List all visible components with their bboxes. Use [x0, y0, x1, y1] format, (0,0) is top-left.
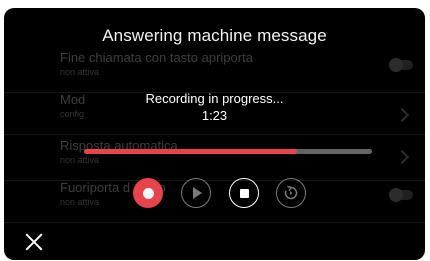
list-item-door-station: Fuoriporta d ito non attiva	[4, 180, 425, 223]
list-item-label: Fine chiamata con tasto apriporta	[60, 50, 253, 65]
record-button[interactable]	[133, 178, 163, 208]
list-item-auto-answer: Risposta automatica non attiva	[4, 138, 425, 181]
play-button[interactable]	[181, 178, 211, 208]
list-item-end-call: Fine chiamata con tasto apriporta non at…	[4, 50, 425, 93]
recording-progress-fill	[84, 149, 298, 154]
recording-dialog: Fine chiamata con tasto apriporta non at…	[4, 8, 425, 260]
elapsed-time: 1:23	[201, 108, 228, 123]
dialog-title: Answering machine message	[102, 26, 327, 45]
list-item-label: Fuoriporta d	[60, 180, 131, 195]
list-item-sub: non attiva	[60, 197, 100, 207]
play-icon	[193, 187, 202, 199]
stop-button[interactable]	[229, 178, 259, 208]
replay-icon	[284, 185, 298, 200]
toggle-icon	[389, 188, 413, 202]
recording-progress-bar	[84, 149, 372, 154]
stop-icon	[239, 188, 249, 198]
list-item-sub: non attiva	[60, 155, 100, 165]
chevron-right-icon	[394, 149, 410, 165]
replay-button[interactable]	[276, 178, 306, 208]
list-item-sub: non attiva	[60, 67, 100, 77]
toggle-icon	[389, 58, 413, 72]
record-icon	[142, 187, 154, 199]
close-button[interactable]	[24, 232, 44, 252]
recording-status: Recording in progress...	[145, 91, 284, 106]
